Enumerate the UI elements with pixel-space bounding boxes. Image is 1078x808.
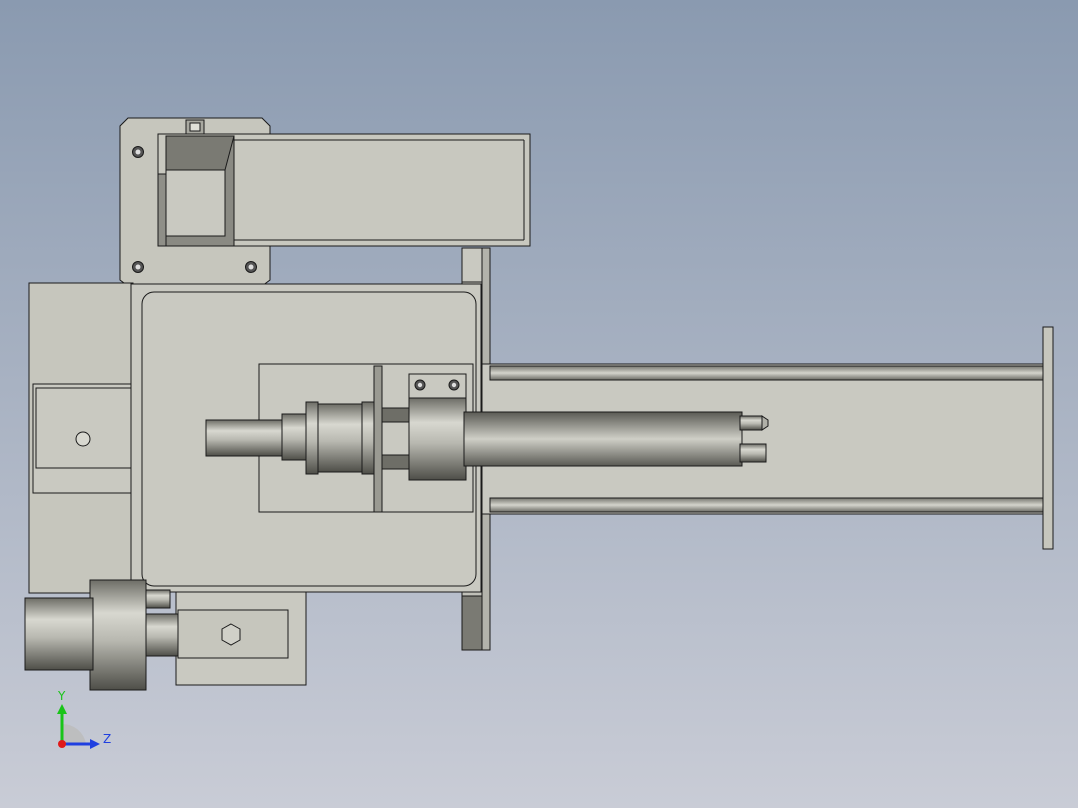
- x-axis-dot-icon: [58, 740, 66, 748]
- nozzle-lower[interactable]: [739, 443, 767, 463]
- left-side-block[interactable]: [28, 282, 134, 594]
- cad-canvas[interactable]: Y Z: [0, 0, 1078, 808]
- cad-viewport[interactable]: Y Z: [0, 0, 1078, 808]
- motor-housing[interactable]: [157, 133, 531, 247]
- hole-icon: [75, 431, 91, 447]
- y-axis-label: Y: [57, 689, 66, 703]
- nozzle-upper[interactable]: [739, 415, 763, 431]
- z-axis-label: Z: [103, 732, 111, 746]
- hex-nut-icon: [221, 623, 241, 646]
- torch-tube[interactable]: [463, 411, 743, 467]
- end-flange[interactable]: [1042, 326, 1054, 550]
